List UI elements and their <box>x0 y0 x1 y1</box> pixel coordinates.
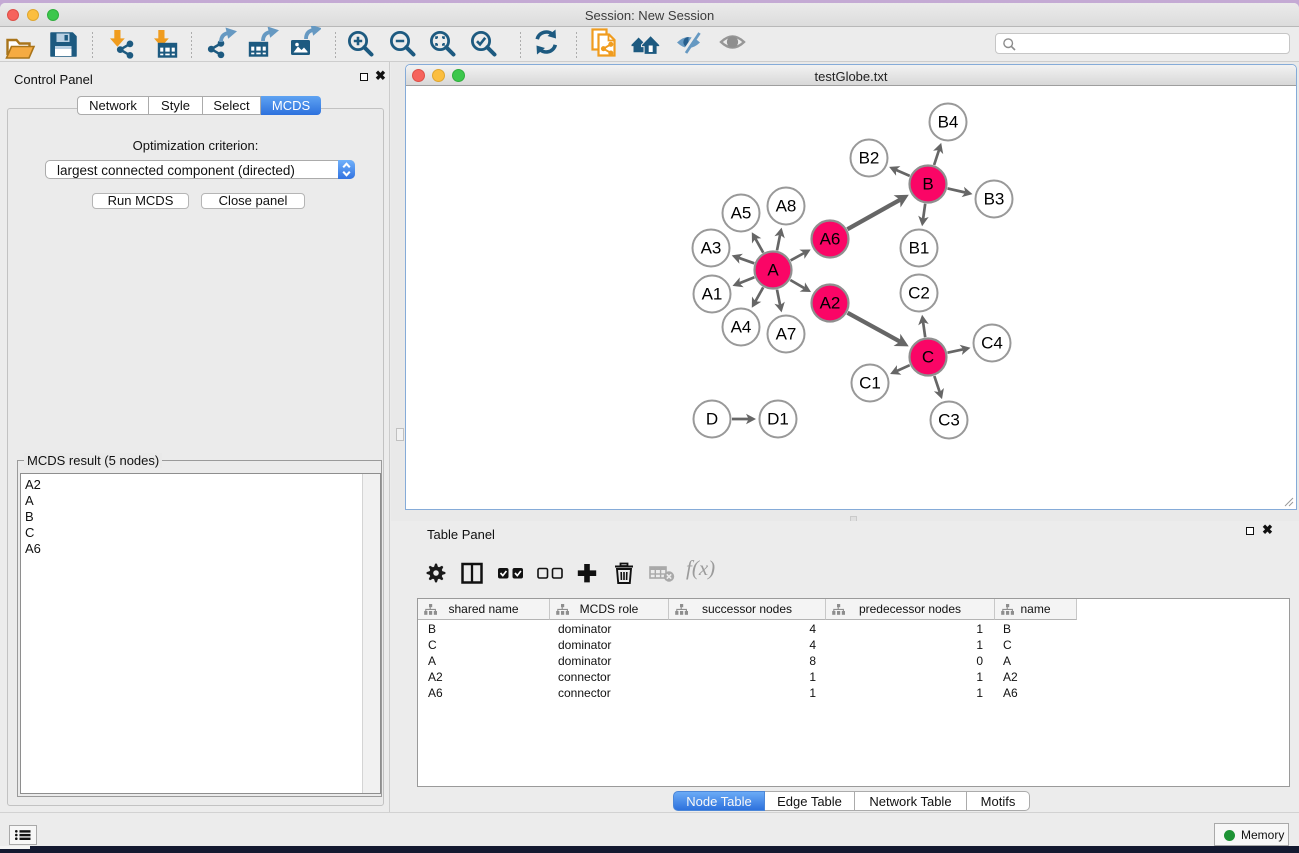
svg-text:A5: A5 <box>730 203 751 222</box>
svg-text:A: A <box>767 260 779 279</box>
svg-text:B4: B4 <box>937 112 958 131</box>
svg-text:A1: A1 <box>701 284 722 303</box>
svg-text:B3: B3 <box>983 189 1004 208</box>
svg-text:C3: C3 <box>938 410 960 429</box>
svg-text:A4: A4 <box>730 317 751 336</box>
svg-text:D: D <box>705 409 717 428</box>
svg-text:B: B <box>922 174 933 193</box>
svg-text:B2: B2 <box>858 148 879 167</box>
svg-text:A8: A8 <box>775 196 796 215</box>
svg-text:C4: C4 <box>981 333 1003 352</box>
svg-text:A2: A2 <box>819 293 840 312</box>
svg-text:A3: A3 <box>700 238 721 257</box>
svg-text:D1: D1 <box>767 409 789 428</box>
svg-text:C2: C2 <box>908 283 930 302</box>
svg-text:A7: A7 <box>775 324 796 343</box>
svg-text:C1: C1 <box>859 373 881 392</box>
svg-text:C: C <box>921 347 933 366</box>
svg-text:B1: B1 <box>908 238 929 257</box>
svg-text:A6: A6 <box>819 229 840 248</box>
